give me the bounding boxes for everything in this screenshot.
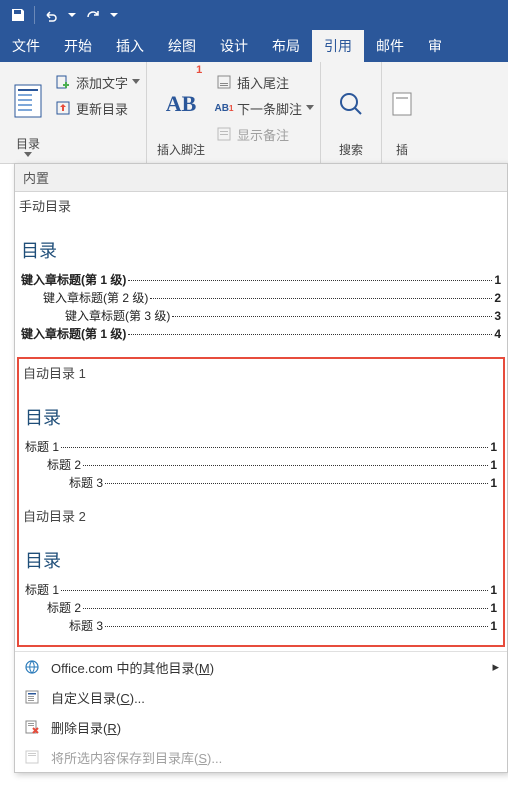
redo-icon[interactable] [79, 1, 107, 29]
update-toc-icon [54, 100, 72, 116]
more-office-label: Office.com 中的其他目录(M) [51, 658, 214, 677]
tab-design[interactable]: 设计 [208, 30, 260, 62]
tab-mailings[interactable]: 邮件 [364, 30, 416, 62]
tab-insert[interactable]: 插入 [104, 30, 156, 62]
next-footnote-button[interactable]: AB1 下一条脚注 [215, 96, 314, 120]
insert-trunc-button[interactable]: 插 [388, 66, 416, 158]
add-text-label: 添加文字 [76, 73, 128, 92]
dropdown-footer: Office.com 中的其他目录(M) ▸ 自定义目录(C)... 删除目录(… [15, 651, 507, 772]
remove-toc-button[interactable]: 删除目录(R) [15, 712, 507, 742]
toc-line: 键入章标题(第 2 级)2 [21, 289, 501, 307]
manual-toc-title: 手动目录 [15, 192, 507, 217]
tab-home[interactable]: 开始 [52, 30, 104, 62]
group-search: 搜索 [321, 62, 382, 163]
manual-toc-preview[interactable]: 目录 键入章标题(第 1 级)1 键入章标题(第 2 级)2 键入章标题(第 3… [15, 217, 507, 353]
auto2-preview[interactable]: 目录 标题 11 标题 21 标题 31 [19, 527, 503, 645]
toc-line: 标题 21 [25, 599, 497, 617]
save-selection-label: 将所选内容保存到目录库(S)... [51, 748, 222, 767]
toc-label: 目录 [16, 135, 40, 152]
toc-line: 键入章标题(第 3 级)3 [21, 307, 501, 325]
preview-heading: 目录 [25, 547, 497, 573]
toc-line: 标题 31 [25, 474, 497, 492]
citation-icon [391, 66, 413, 141]
globe-icon [23, 659, 41, 675]
toc-line: 键入章标题(第 1 级)1 [21, 271, 501, 289]
next-footnote-label: 下一条脚注 [237, 99, 302, 118]
chevron-down-icon [132, 79, 140, 85]
group-insert-trunc: 插 [382, 62, 422, 163]
toc-line: 标题 31 [25, 617, 497, 635]
toc-line: 标题 21 [25, 456, 497, 474]
search-button[interactable]: 搜索 [327, 66, 375, 158]
qat-customize-icon[interactable] [107, 1, 121, 29]
footnote-icon: AB 1 [166, 66, 197, 141]
builtin-header: 内置 [15, 164, 507, 192]
next-footnote-icon: AB1 [215, 103, 233, 114]
insert-endnote-label: 插入尾注 [237, 73, 289, 92]
preview-heading: 目录 [25, 404, 497, 430]
undo-dropdown-icon[interactable] [65, 1, 79, 29]
custom-toc-icon [23, 689, 41, 705]
endnote-icon [215, 74, 233, 90]
title-bar [0, 0, 508, 30]
chevron-down-icon [24, 152, 32, 158]
custom-toc-button[interactable]: 自定义目录(C)... [15, 682, 507, 712]
group-toc: 目录 添加文字 更新目录 [0, 62, 147, 163]
add-text-button[interactable]: 添加文字 [54, 70, 140, 94]
save-icon[interactable] [4, 1, 32, 29]
auto1-title: 自动目录 1 [19, 359, 503, 384]
preview-heading: 目录 [21, 237, 501, 263]
save-selection-button: 将所选内容保存到目录库(S)... [15, 742, 507, 772]
chevron-right-icon: ▸ [492, 659, 499, 675]
toc-line: 标题 11 [25, 438, 497, 456]
toc-dropdown: 内置 手动目录 目录 键入章标题(第 1 级)1 键入章标题(第 2 级)2 键… [14, 163, 508, 773]
custom-toc-label: 自定义目录(C)... [51, 688, 145, 707]
auto1-preview[interactable]: 目录 标题 11 标题 21 标题 31 [19, 384, 503, 502]
highlighted-region: 自动目录 1 目录 标题 11 标题 21 标题 31 自动目录 2 目录 标题… [17, 357, 505, 647]
ribbon-tabs: 文件 开始 插入 绘图 设计 布局 引用 邮件 审 [0, 30, 508, 62]
search-icon [336, 66, 366, 141]
toc-line: 标题 11 [25, 581, 497, 599]
tab-review[interactable]: 审 [416, 30, 454, 62]
tab-file[interactable]: 文件 [0, 30, 52, 62]
group-footnotes: AB 1 插入脚注 插入尾注 AB1 下一条脚注 显示备注 [147, 62, 321, 163]
search-label: 搜索 [339, 141, 363, 158]
insert-footnote-button[interactable]: AB 1 插入脚注 [153, 66, 209, 158]
show-notes-label: 显示备注 [237, 125, 289, 144]
update-toc-button[interactable]: 更新目录 [54, 96, 140, 120]
save-selection-icon [23, 749, 41, 765]
tab-draw[interactable]: 绘图 [156, 30, 208, 62]
remove-toc-label: 删除目录(R) [51, 718, 121, 737]
chevron-down-icon [306, 105, 314, 111]
remove-toc-icon [23, 719, 41, 735]
show-notes-button: 显示备注 [215, 122, 314, 146]
toc-icon [13, 66, 43, 135]
update-toc-label: 更新目录 [76, 99, 128, 118]
tab-layout[interactable]: 布局 [260, 30, 312, 62]
insert-trunc-label: 插 [396, 141, 408, 158]
show-notes-icon [215, 126, 233, 142]
ribbon: 目录 添加文字 更新目录 AB 1 插 [0, 62, 508, 164]
tab-references[interactable]: 引用 [312, 30, 364, 62]
toc-gallery: 手动目录 目录 键入章标题(第 1 级)1 键入章标题(第 2 级)2 键入章标… [15, 192, 507, 647]
add-text-icon [54, 74, 72, 90]
undo-icon[interactable] [37, 1, 65, 29]
auto2-title: 自动目录 2 [19, 502, 503, 527]
toc-button[interactable]: 目录 [6, 66, 50, 158]
insert-footnote-label: 插入脚注 [157, 141, 205, 158]
insert-endnote-button[interactable]: 插入尾注 [215, 70, 314, 94]
toc-line: 键入章标题(第 1 级)4 [21, 325, 501, 343]
more-from-office-button[interactable]: Office.com 中的其他目录(M) ▸ [15, 652, 507, 682]
